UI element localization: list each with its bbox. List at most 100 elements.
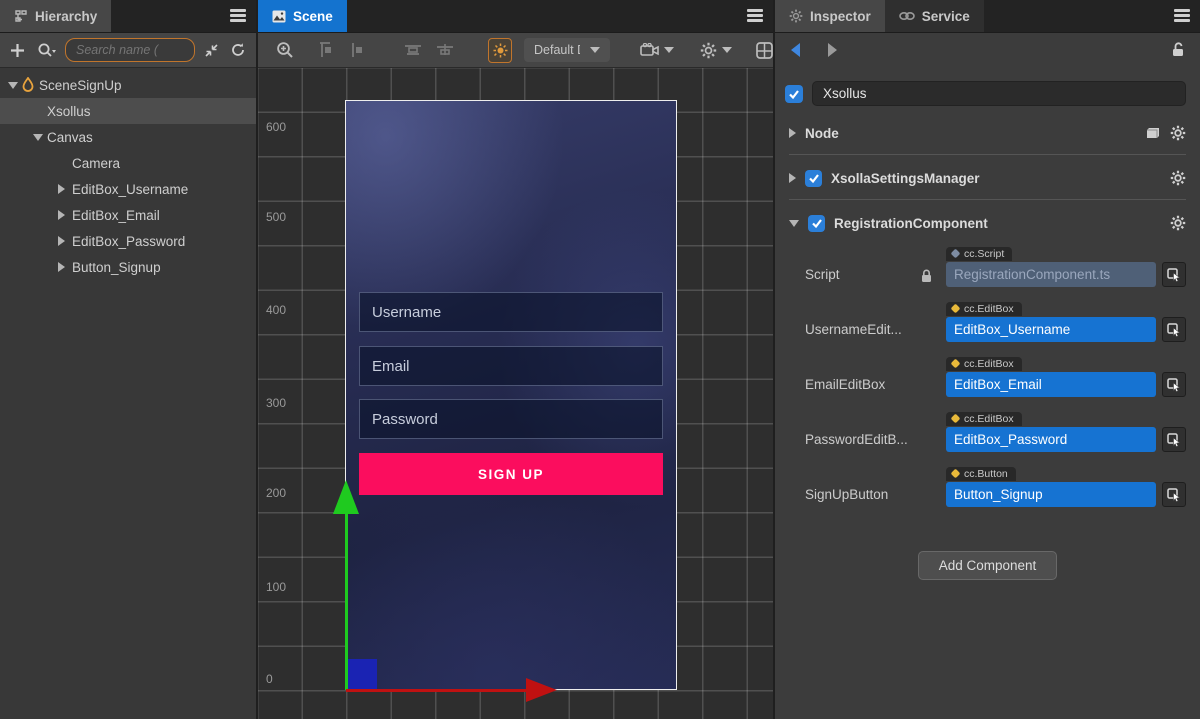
tree-item-editbox_username[interactable]: EditBox_Username (0, 176, 256, 202)
scene-icon (272, 10, 286, 23)
tab-hierarchy[interactable]: Hierarchy (0, 0, 111, 32)
collapse-arrow-icon (789, 220, 799, 227)
ruler-label-100: 100 (266, 580, 286, 594)
tab-scene[interactable]: Scene (258, 0, 347, 32)
add-component-button[interactable]: Add Component (918, 551, 1058, 580)
property-label: EmailEditBox (805, 377, 920, 397)
design-canvas[interactable]: Username Email Password SIGN UP (345, 100, 677, 690)
gizmo-toggle-button[interactable] (488, 38, 512, 63)
expand-arrow-icon[interactable] (58, 262, 65, 272)
collapse-arrow-icon[interactable] (33, 134, 43, 141)
node-picker-button[interactable] (1162, 482, 1186, 507)
inspector-nav (775, 33, 1200, 67)
y-axis-gizmo[interactable] (345, 512, 348, 690)
scene-viewport[interactable]: 6005004003002001000 Username Email Passw… (258, 68, 773, 719)
property-label: SignUpButton (805, 487, 920, 507)
property-row-signupbutton: SignUpButtoncc.ButtonButton_Signup (775, 458, 1200, 513)
lock-icon (920, 269, 946, 287)
align-center-icon[interactable] (348, 42, 364, 58)
tab-service[interactable]: Service (885, 0, 984, 32)
property-label: Script (805, 267, 920, 287)
hierarchy-menu-icon[interactable] (230, 9, 246, 23)
component-gear-icon[interactable] (1170, 170, 1186, 186)
create-node-button[interactable] (10, 43, 25, 58)
search-filter-icon[interactable] (37, 42, 57, 59)
nav-forward-button[interactable] (827, 42, 839, 58)
registration-component-checkbox[interactable] (808, 215, 825, 232)
node-name-input[interactable] (812, 81, 1186, 106)
ruler-label-600: 600 (266, 120, 286, 134)
tree-item-xsollus[interactable]: Xsollus (0, 98, 256, 124)
property-value-field[interactable]: EditBox_Password (946, 427, 1156, 452)
ruler-label-300: 300 (266, 396, 286, 410)
node-active-checkbox[interactable] (785, 85, 803, 103)
registration-component-header[interactable]: RegistrationComponent (775, 208, 1200, 238)
component-properties: Scriptcc.ScriptRegistrationComponent.tsU… (775, 238, 1200, 513)
inspector-body: Node XsollaSettingsManager (775, 118, 1200, 580)
expand-arrow-icon[interactable] (58, 210, 65, 220)
tree-item-canvas[interactable]: Canvas (0, 124, 256, 150)
node-picker-button[interactable] (1162, 262, 1186, 287)
tree-item-camera[interactable]: Camera (0, 150, 256, 176)
tree-item-editbox_email[interactable]: EditBox_Email (0, 202, 256, 228)
node-gear-icon[interactable] (1170, 125, 1186, 141)
inspector-tabbar: Inspector Service (775, 0, 1200, 33)
expand-arrow-icon[interactable] (58, 236, 65, 246)
property-value-field[interactable]: EditBox_Username (946, 317, 1156, 342)
cocos-creator-editor: Hierarchy SceneSignUp Xsollus Canvas Camera… (0, 0, 1200, 719)
property-value-field[interactable]: EditBox_Email (946, 372, 1156, 397)
origin-anchor-gizmo[interactable] (347, 659, 377, 690)
settings-manager-checkbox[interactable] (805, 170, 822, 187)
tree-item-label: Xsollus (47, 104, 91, 119)
scene-tabbar: Scene (258, 0, 773, 33)
collapse-all-icon[interactable] (204, 43, 219, 58)
username-editbox[interactable]: Username (359, 292, 663, 332)
registration-component-label: RegistrationComponent (834, 216, 988, 231)
tree-item-editbox_password[interactable]: EditBox_Password (0, 228, 256, 254)
distribute-top-icon[interactable] (404, 42, 422, 58)
tab-inspector[interactable]: Inspector (775, 0, 885, 32)
distribute-middle-icon[interactable] (436, 42, 454, 58)
scene-menu-icon[interactable] (747, 9, 763, 23)
tree-item-label: Camera (72, 156, 120, 171)
node-picker-button[interactable] (1162, 317, 1186, 342)
expand-arrow-icon[interactable] (58, 184, 65, 194)
property-value-field[interactable]: RegistrationComponent.ts (946, 262, 1156, 287)
tree-item-scenesignup[interactable]: SceneSignUp (0, 72, 256, 98)
component-type-badge: cc.EditBox (946, 357, 1022, 371)
hierarchy-toolbar (0, 33, 256, 68)
nav-back-button[interactable] (789, 42, 801, 58)
inspector-panel: Inspector Service (775, 0, 1200, 719)
docs-book-icon[interactable] (1145, 126, 1161, 140)
component-gear-icon[interactable] (1170, 215, 1186, 231)
node-picker-button[interactable] (1162, 427, 1186, 452)
align-left-icon[interactable] (318, 42, 334, 58)
ruler-label-500: 500 (266, 210, 286, 224)
password-editbox[interactable]: Password (359, 399, 663, 439)
property-value-field[interactable]: Button_Signup (946, 482, 1156, 507)
collapse-arrow-icon[interactable] (8, 82, 18, 89)
property-row-passwordeditb: PasswordEditB...cc.EditBoxEditBox_Passwo… (775, 403, 1200, 458)
refresh-icon[interactable] (230, 42, 246, 58)
lock-placeholder (920, 503, 946, 507)
signup-button[interactable]: SIGN UP (359, 453, 663, 495)
tree-item-button_signup[interactable]: Button_Signup (0, 254, 256, 280)
inspector-menu-icon[interactable] (1174, 9, 1190, 23)
layout-grid-icon[interactable] (756, 42, 773, 59)
node-picker-button[interactable] (1162, 372, 1186, 397)
node-section-header[interactable]: Node (775, 118, 1200, 148)
zoom-tool-icon[interactable] (276, 41, 294, 59)
settings-manager-header[interactable]: XsollaSettingsManager (775, 163, 1200, 193)
search-input[interactable] (65, 38, 195, 62)
property-row-emaileditbox: EmailEditBox cc.EditBoxEditBox_Email (775, 348, 1200, 403)
tab-inspector-label: Inspector (810, 9, 871, 24)
scene-settings-button[interactable] (700, 42, 732, 59)
link-icon (899, 11, 915, 21)
x-axis-gizmo[interactable] (346, 689, 528, 692)
gizmo-mode-dropdown[interactable]: Default De... (524, 38, 610, 62)
settings-manager-label: XsollaSettingsManager (831, 171, 980, 186)
tab-service-label: Service (922, 9, 970, 24)
camera-settings-button[interactable] (640, 43, 674, 58)
email-editbox[interactable]: Email (359, 346, 663, 386)
unlock-icon[interactable] (1170, 42, 1186, 58)
